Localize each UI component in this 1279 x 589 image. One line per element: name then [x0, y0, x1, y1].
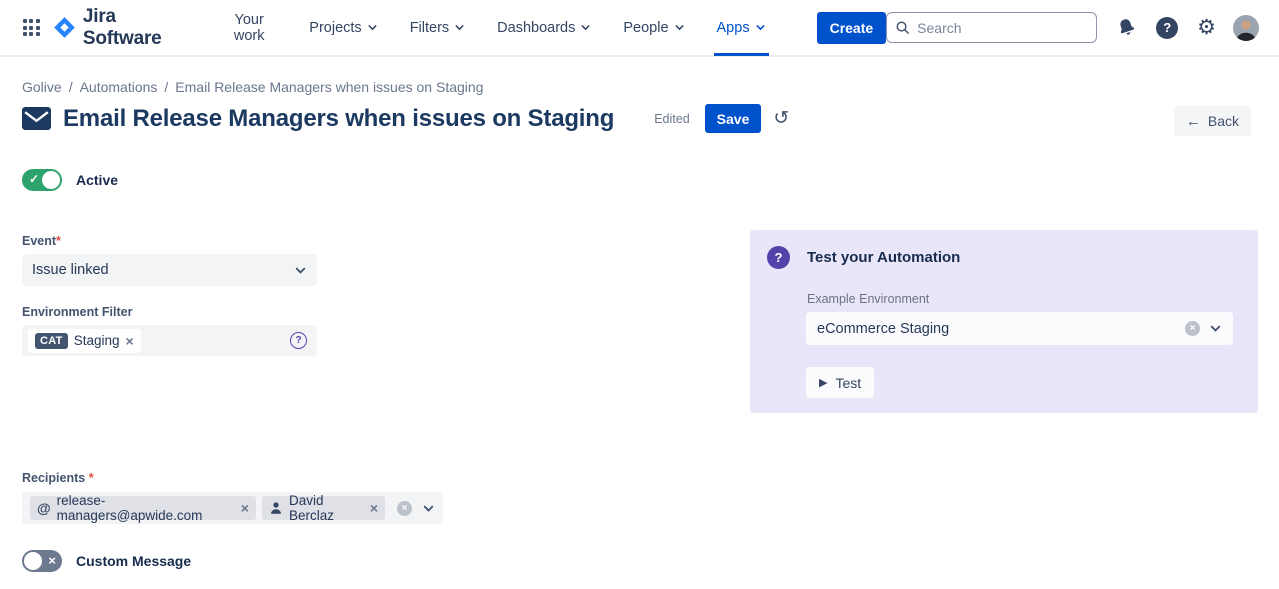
chevron-down-icon — [367, 22, 378, 33]
recipient-email-tag: @ release-managers@apwide.com × — [30, 496, 256, 520]
active-toggle[interactable]: ✓ — [22, 169, 62, 191]
cross-icon: × — [48, 553, 56, 568]
test-automation-panel: ? Test your Automation Example Environme… — [750, 230, 1258, 413]
email-envelope-icon — [22, 107, 51, 130]
question-icon: ? — [767, 246, 790, 269]
gear-icon: ⚙ — [1197, 17, 1216, 38]
breadcrumb-separator: / — [69, 79, 73, 95]
search-icon — [895, 20, 910, 35]
search-input[interactable] — [917, 20, 1098, 36]
app-switcher-grid-icon — [23, 19, 40, 36]
bell-icon — [1113, 14, 1139, 40]
breadcrumb: Golive / Automations / Email Release Man… — [22, 79, 483, 95]
category-badge: CAT — [35, 333, 68, 349]
save-button[interactable]: Save — [705, 104, 762, 133]
profile-button[interactable] — [1233, 15, 1259, 41]
global-search[interactable] — [886, 12, 1097, 43]
nav-projects[interactable]: Projects — [304, 0, 382, 56]
nav-filters[interactable]: Filters — [405, 0, 470, 56]
test-panel-title: Test your Automation — [807, 249, 960, 266]
settings-button[interactable]: ⚙ — [1197, 17, 1216, 38]
page-title: Email Release Managers when issues on St… — [63, 105, 614, 133]
brand-name: Jira Software — [83, 6, 182, 50]
nav-dashboards[interactable]: Dashboards — [492, 0, 596, 56]
jira-brand[interactable]: Jira Software — [53, 6, 182, 50]
recipients-field[interactable]: @ release-managers@apwide.com × David Be… — [22, 492, 443, 524]
chevron-down-icon — [755, 22, 766, 33]
chevron-down-icon — [1209, 322, 1222, 335]
nav-people[interactable]: People — [618, 0, 689, 56]
clear-selection-icon[interactable]: × — [1185, 321, 1200, 336]
back-arrow-icon: ← — [1186, 113, 1201, 130]
environment-filter-field[interactable]: CAT Staging × ? — [22, 325, 317, 356]
nav-apps[interactable]: Apps — [712, 0, 771, 56]
check-icon: ✓ — [29, 172, 39, 186]
breadcrumb-separator: / — [164, 79, 168, 95]
event-value: Issue linked — [32, 262, 294, 278]
required-asterisk: * — [56, 234, 61, 248]
play-icon: ▶ — [819, 376, 827, 389]
breadcrumb-automations[interactable]: Automations — [80, 79, 158, 95]
undo-button[interactable]: ↺ — [773, 109, 789, 128]
field-help-icon[interactable]: ? — [290, 332, 307, 349]
active-toggle-row: ✓ Active — [22, 169, 118, 191]
remove-tag-icon[interactable]: × — [126, 334, 134, 348]
at-icon: @ — [37, 500, 51, 516]
recipient-user-tag: David Berclaz × — [262, 496, 385, 520]
help-icon: ? — [1156, 17, 1178, 39]
toggle-knob — [24, 552, 42, 570]
chevron-down-icon — [294, 264, 307, 277]
custom-message-label: Custom Message — [76, 553, 191, 569]
jira-logo-icon — [53, 16, 76, 39]
environment-tag: CAT Staging × — [28, 329, 141, 353]
user-avatar — [1233, 15, 1259, 41]
active-toggle-label: Active — [76, 172, 118, 188]
person-icon — [269, 501, 283, 515]
example-environment-select[interactable]: eCommerce Staging × — [806, 312, 1233, 345]
edited-status: Edited — [654, 112, 689, 126]
environment-filter-label: Environment Filter — [22, 305, 132, 319]
event-select[interactable]: Issue linked — [22, 254, 317, 286]
chevron-down-icon — [454, 22, 465, 33]
create-button[interactable]: Create — [817, 12, 887, 44]
undo-icon: ↺ — [773, 108, 789, 129]
required-asterisk: * — [89, 471, 94, 485]
breadcrumb-current[interactable]: Email Release Managers when issues on St… — [175, 79, 483, 95]
page-header: Email Release Managers when issues on St… — [22, 104, 789, 133]
custom-message-toggle-row: × Custom Message — [22, 550, 191, 572]
remove-tag-icon[interactable]: × — [241, 501, 249, 515]
notifications-button[interactable] — [1116, 17, 1137, 38]
toggle-knob — [42, 171, 60, 189]
chevron-down-icon — [422, 502, 435, 515]
test-button[interactable]: ▶ Test — [806, 367, 874, 398]
nav-your-work[interactable]: Your work — [216, 0, 282, 56]
event-label: Event* — [22, 234, 61, 248]
top-navigation: Jira Software Your work Projects Filters… — [0, 0, 1279, 57]
app-switcher-button[interactable] — [20, 15, 43, 41]
help-button[interactable]: ? — [1156, 17, 1178, 39]
remove-tag-icon[interactable]: × — [370, 501, 378, 515]
custom-message-toggle[interactable]: × — [22, 550, 62, 572]
chevron-down-icon — [580, 22, 591, 33]
breadcrumb-golive[interactable]: Golive — [22, 79, 62, 95]
automation-detail-page: Golive / Automations / Email Release Man… — [0, 57, 1279, 589]
example-environment-label: Example Environment — [807, 292, 929, 306]
clear-all-icon[interactable]: × — [397, 501, 412, 516]
example-environment-value: eCommerce Staging — [817, 321, 1185, 337]
back-button[interactable]: ← Back — [1174, 106, 1251, 136]
chevron-down-icon — [674, 22, 685, 33]
recipients-label: Recipients * — [22, 471, 94, 485]
